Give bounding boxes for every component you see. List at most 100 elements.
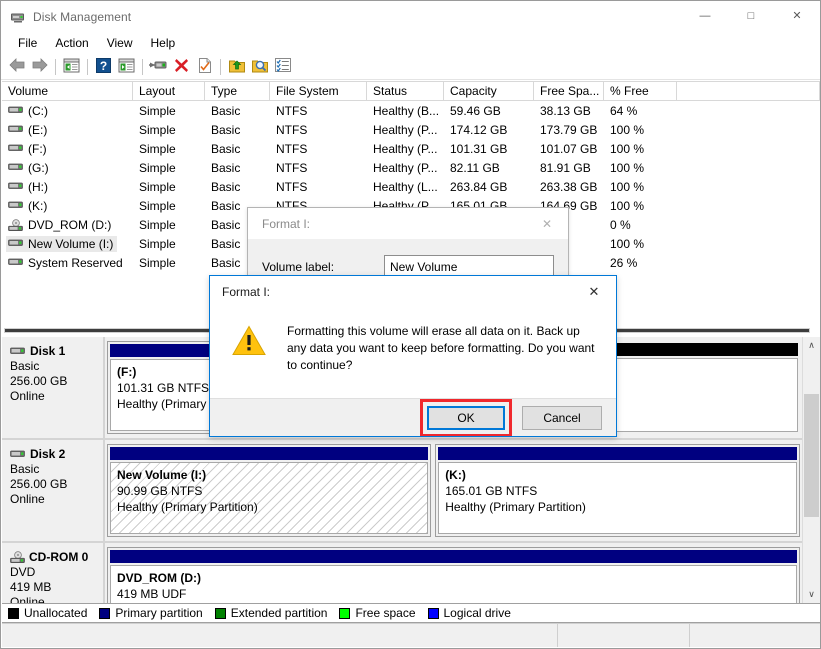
volume-name-wrap: (G:) — [6, 160, 53, 176]
help-button[interactable]: ? — [92, 56, 115, 78]
status-cell: Healthy (P... — [367, 142, 444, 156]
show-hide-console-tree-button[interactable] — [60, 56, 83, 78]
close-icon: ✕ — [542, 217, 552, 231]
cd-drive-icon — [8, 219, 24, 230]
status-pane-3 — [690, 624, 820, 647]
free-space-cell: 101.07 GB — [534, 142, 604, 156]
properties-icon — [198, 58, 212, 76]
graphical-view-scrollbar[interactable]: ∧ ∨ — [802, 337, 819, 603]
type-cell: Basic — [205, 142, 270, 156]
maximize-button[interactable]: □ — [728, 1, 774, 32]
partition-color-bar — [438, 447, 797, 460]
disk-management-icon — [10, 9, 26, 25]
partition-size: 90.99 GB NTFS — [117, 483, 421, 499]
percent-free-cell: 26 % — [604, 256, 677, 270]
percent-free-cell: 100 % — [604, 161, 677, 175]
partition-block[interactable]: (K:)165.01 GB NTFSHealthy (Primary Parti… — [435, 444, 800, 537]
volume-row[interactable]: (C:)SimpleBasicNTFSHealthy (B...59.46 GB… — [2, 101, 820, 120]
partition-block[interactable]: New Volume (I:)90.99 GB NTFSHealthy (Pri… — [107, 444, 431, 537]
svg-text:?: ? — [100, 59, 107, 73]
layout-cell: Simple — [133, 218, 205, 232]
column-header-percent-free[interactable]: % Free — [604, 82, 677, 100]
partition-color-bar — [110, 550, 797, 563]
column-header-layout[interactable]: Layout — [133, 82, 205, 100]
list-view-icon — [275, 58, 291, 75]
chevron-down-icon: ∨ — [808, 589, 815, 600]
free-space-cell: 263.38 GB — [534, 180, 604, 194]
disk-row[interactable]: Disk 2Basic256.00 GBOnlineNew Volume (I:… — [2, 440, 802, 543]
hard-drive-icon — [10, 449, 26, 460]
legend-swatch — [8, 608, 19, 619]
ok-button-highlight: OK — [420, 399, 512, 437]
scrollbar-thumb[interactable] — [804, 394, 819, 517]
list-view-button[interactable] — [271, 56, 294, 78]
column-header-type[interactable]: Type — [205, 82, 270, 100]
menu-bar: File Action View Help — [1, 32, 820, 54]
delete-button[interactable] — [170, 56, 193, 78]
free-space-cell: 81.91 GB — [534, 161, 604, 175]
volume-name-wrap: (E:) — [6, 122, 51, 138]
toolbar-separator-3 — [142, 59, 143, 75]
close-button[interactable]: ✕ — [774, 1, 820, 32]
export-list-button[interactable] — [225, 56, 248, 78]
hard-drive-icon — [8, 124, 24, 135]
legend-label: Primary partition — [115, 606, 202, 620]
volume-row[interactable]: (E:)SimpleBasicNTFSHealthy (P...174.12 G… — [2, 120, 820, 139]
menu-file[interactable]: File — [9, 34, 46, 52]
rescan-disks-icon — [149, 58, 168, 75]
ok-button[interactable]: OK — [427, 406, 505, 430]
percent-free-cell: 100 % — [604, 180, 677, 194]
volume-row[interactable]: (F:)SimpleBasicNTFSHealthy (P...101.31 G… — [2, 139, 820, 158]
disk-title: Disk 2 — [10, 447, 103, 462]
disk-info-panel[interactable]: CD-ROM 0DVD419 MBOnline — [2, 543, 105, 603]
format-dialog-close-button[interactable]: ✕ — [526, 208, 568, 239]
volume-list-header: Volume Layout Type File System Status Ca… — [2, 81, 820, 101]
show-hide-action-pane-button[interactable] — [115, 56, 138, 78]
scroll-up-button[interactable]: ∧ — [803, 337, 820, 354]
column-header-capacity[interactable]: Capacity — [444, 82, 534, 100]
menu-help[interactable]: Help — [142, 34, 185, 52]
search-button[interactable] — [248, 56, 271, 78]
disk-title: Disk 1 — [10, 344, 103, 359]
rescan-disks-button[interactable] — [147, 56, 170, 78]
volume-row[interactable]: (G:)SimpleBasicNTFSHealthy (P...82.11 GB… — [2, 158, 820, 177]
status-cell: Healthy (B... — [367, 104, 444, 118]
column-header-filler[interactable] — [677, 82, 820, 100]
disk-info-panel[interactable]: Disk 1Basic256.00 GBOnline — [2, 337, 105, 438]
volume-name: (C:) — [28, 104, 48, 118]
volume-name-wrap: (H:) — [6, 179, 52, 195]
volume-name: (F:) — [28, 142, 47, 156]
legend-item: Primary partition — [99, 606, 202, 620]
format-confirm-dialog[interactable]: Format I: ✕ Formatting this volume will … — [209, 275, 617, 437]
partition-details: New Volume (I:)90.99 GB NTFSHealthy (Pri… — [110, 462, 428, 534]
volume-name-wrap: New Volume (I:) — [6, 236, 117, 252]
back-button[interactable] — [5, 56, 28, 78]
cancel-button[interactable]: Cancel — [522, 406, 602, 430]
column-header-volume[interactable]: Volume — [2, 82, 133, 100]
confirm-dialog-close-button[interactable]: ✕ — [572, 276, 616, 307]
disk-row[interactable]: CD-ROM 0DVD419 MBOnlineDVD_ROM (D:)419 M… — [2, 543, 802, 603]
hard-drive-icon — [8, 181, 24, 192]
legend-swatch — [99, 608, 110, 619]
percent-free-cell: 0 % — [604, 218, 677, 232]
layout-cell: Simple — [133, 237, 205, 251]
properties-button[interactable] — [193, 56, 216, 78]
partition-label: (K:) — [445, 467, 790, 483]
volume-cell: (C:) — [2, 103, 133, 119]
column-header-file-system[interactable]: File System — [270, 82, 367, 100]
toolbar-separator-1 — [55, 59, 56, 75]
file-system-cell: NTFS — [270, 180, 367, 194]
column-header-free-space[interactable]: Free Spa... — [534, 82, 604, 100]
disk-size: 419 MB — [10, 580, 103, 595]
menu-action[interactable]: Action — [46, 34, 97, 52]
minimize-button[interactable]: — — [682, 1, 728, 32]
scroll-down-button[interactable]: ∨ — [803, 586, 820, 603]
menu-view[interactable]: View — [98, 34, 142, 52]
column-header-status[interactable]: Status — [367, 82, 444, 100]
disk-info-panel[interactable]: Disk 2Basic256.00 GBOnline — [2, 440, 105, 541]
forward-button[interactable] — [28, 56, 51, 78]
partition-block[interactable]: DVD_ROM (D:)419 MB UDFHealthy (Primary P… — [107, 547, 800, 603]
volume-cell: (H:) — [2, 179, 133, 195]
percent-free-cell: 100 % — [604, 123, 677, 137]
volume-row[interactable]: (H:)SimpleBasicNTFSHealthy (L...263.84 G… — [2, 177, 820, 196]
